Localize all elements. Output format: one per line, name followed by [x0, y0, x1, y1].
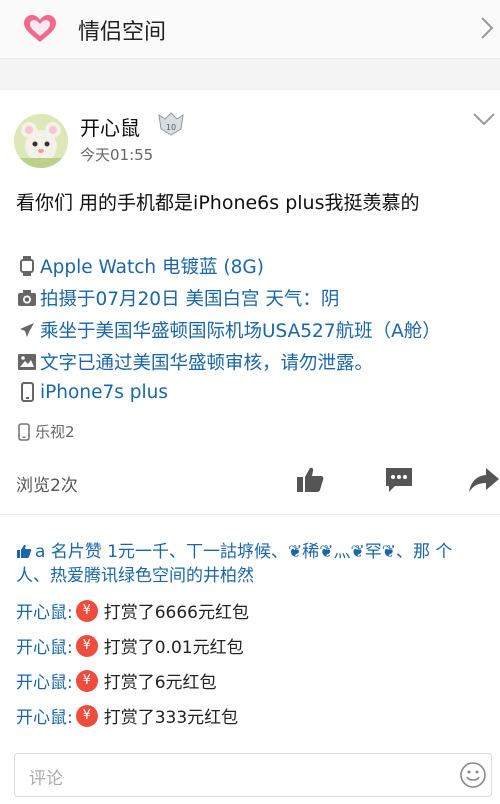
chevron-down-icon[interactable] — [472, 112, 496, 126]
meta-review-text: 文字已通过美国华盛顿审核，请勿泄露。 — [40, 353, 374, 374]
like-small-icon — [17, 544, 32, 558]
plane-icon — [16, 319, 38, 341]
reward-row: 开心鼠: ¥ 打赏了6666元红包 — [16, 598, 249, 623]
red-packet-icon: ¥ — [75, 704, 98, 727]
meta-watch-text: Apple Watch 电镀蓝 (8G) — [40, 257, 264, 278]
top-bar: 情侣空间 — [0, 0, 500, 59]
post-card: 开心鼠 10 今天01:55 看你们 用的手机都是iPhone6s plus我挺… — [0, 90, 500, 804]
reward-amount: 打赏了6666元红包 — [103, 603, 249, 623]
meta-photo[interactable]: 拍摄于07月20日 美国白宫 天气：阴 — [16, 285, 339, 311]
reward-name[interactable]: 开心鼠: — [16, 633, 73, 658]
post-time: 今天01:55 — [80, 146, 154, 164]
device-phone-icon — [18, 422, 30, 441]
reward-amount: 打赏了0.01元红包 — [103, 638, 244, 658]
reward-row: 开心鼠: ¥ 打赏了6元红包 — [16, 668, 217, 693]
reward-row: 开心鼠: ¥ 打赏了333元红包 — [16, 703, 238, 728]
level-badge-icon: 10 — [158, 112, 184, 136]
device-label: 乐视2 — [16, 421, 75, 442]
post-username[interactable]: 开心鼠 — [80, 112, 140, 141]
avatar[interactable] — [14, 114, 68, 168]
device-text: 乐视2 — [35, 423, 75, 441]
red-packet-icon: ¥ — [75, 669, 98, 692]
image-icon — [16, 351, 38, 373]
likes-list[interactable]: a 名片赞 1元一千、丅一詁垿候、❦稀❦灬❦罕❦、那 个 人、热爱腾讯绿色空间的… — [16, 540, 486, 588]
watch-icon — [16, 255, 38, 277]
page-title: 情侣空间 — [78, 20, 167, 45]
meta-review[interactable]: 文字已通过美国华盛顿审核，请勿泄露。 — [16, 349, 373, 375]
reward-name[interactable]: 开心鼠: — [16, 703, 73, 728]
meta-phone[interactable]: iPhone7s plus — [16, 381, 168, 403]
reward-name[interactable]: 开心鼠: — [16, 598, 73, 623]
meta-watch[interactable]: Apple Watch 电镀蓝 (8G) — [16, 253, 264, 279]
meta-flight[interactable]: 乘坐于美国华盛顿国际机场USA527航班（A舱） — [16, 317, 441, 343]
meta-flight-text: 乘坐于美国华盛顿国际机场USA527航班（A舱） — [40, 321, 441, 342]
red-packet-icon: ¥ — [75, 634, 98, 657]
comment-placeholder: 评论 — [29, 769, 63, 789]
emoji-icon[interactable] — [459, 761, 487, 789]
comment-icon[interactable] — [383, 464, 415, 496]
heart-logo-icon — [24, 15, 56, 42]
camera-icon — [16, 287, 38, 309]
post-text: 看你们 用的手机都是iPhone6s plus我挺羡慕的 — [16, 192, 420, 214]
avatar-image — [14, 114, 68, 168]
reward-row: 开心鼠: ¥ 打赏了0.01元红包 — [16, 633, 244, 658]
like-thumb-icon[interactable] — [294, 464, 326, 496]
comment-input[interactable]: 评论 — [14, 753, 492, 797]
red-packet-icon: ¥ — [75, 599, 98, 622]
share-icon[interactable] — [468, 464, 500, 496]
view-count: 浏览2次 — [16, 476, 78, 496]
chevron-right-icon[interactable] — [480, 16, 494, 40]
reward-amount: 打赏了6元红包 — [103, 673, 217, 693]
likes-text: a 名片赞 1元一千、丅一詁垿候、❦稀❦灬❦罕❦、那 个 人、热爱腾讯绿色空间的… — [16, 542, 453, 586]
reward-name[interactable]: 开心鼠: — [16, 668, 73, 693]
reward-amount: 打赏了333元红包 — [103, 708, 239, 728]
badge-level: 10 — [166, 123, 176, 132]
divider — [0, 514, 500, 515]
meta-phone-text: iPhone7s plus — [40, 381, 168, 403]
phone-icon — [16, 381, 38, 403]
meta-photo-text: 拍摄于07月20日 美国白宫 天气：阴 — [40, 289, 340, 310]
